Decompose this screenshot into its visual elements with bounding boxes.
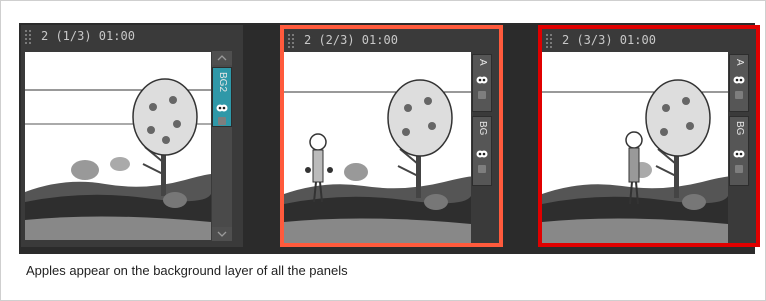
panel-header: 2 (1/3) 01:00 — [21, 25, 243, 47]
storyboard-panel-3[interactable]: 2 (3/3) 01:00 A BG — [538, 25, 760, 247]
panel-title: 2 (2/3) 01:00 — [304, 33, 398, 47]
panel-header: 2 (2/3) 01:00 — [284, 29, 499, 51]
layer-column: A BG — [472, 54, 492, 209]
apple-tree-scene-with-character — [542, 79, 728, 243]
drag-grip-icon[interactable] — [546, 34, 554, 48]
visibility-eye-icon[interactable] — [215, 101, 229, 113]
panel-image — [542, 52, 728, 243]
storyboard-panel-1[interactable]: 2 (1/3) 01:00 BG2 — [21, 25, 243, 247]
panel-image — [25, 52, 211, 240]
figure-caption: Apples appear on the background layer of… — [26, 263, 348, 278]
apple-tree-scene-with-character — [284, 79, 471, 243]
layer-name: A — [477, 59, 488, 66]
drag-grip-icon[interactable] — [288, 34, 296, 48]
visibility-eye-icon[interactable] — [475, 73, 489, 85]
storyboard-panel-2[interactable]: 2 (2/3) 01:00 A BG — [280, 25, 503, 247]
layer-name: BG — [734, 121, 745, 136]
layer-column: A BG — [729, 54, 749, 209]
visibility-eye-icon[interactable] — [475, 147, 489, 159]
scroll-down-arrow-icon[interactable] — [212, 227, 232, 241]
layer-name: A — [734, 59, 745, 66]
layer-tab-bg[interactable]: BG — [729, 116, 749, 186]
layer-tab-a[interactable]: A — [729, 54, 749, 112]
layer-name: BG2 — [217, 72, 228, 93]
panel-title: 2 (1/3) 01:00 — [41, 29, 135, 43]
apple-tree-scene — [25, 78, 211, 240]
visibility-eye-icon[interactable] — [732, 147, 746, 159]
lock-toggle-icon[interactable] — [478, 91, 486, 99]
layer-name: BG — [477, 121, 488, 136]
lock-toggle-icon[interactable] — [735, 165, 743, 173]
figure-frame: 2 (1/3) 01:00 BG2 2 (2/3) 01:00 A BG 2 (… — [0, 0, 766, 301]
lock-toggle-icon[interactable] — [735, 91, 743, 99]
panel-title: 2 (3/3) 01:00 — [562, 33, 656, 47]
layer-tab-bg2[interactable]: BG2 — [212, 67, 232, 127]
panel-image — [284, 52, 471, 243]
lock-toggle-icon[interactable] — [478, 165, 486, 173]
thumbnail-strip: 2 (1/3) 01:00 BG2 2 (2/3) 01:00 A BG 2 (… — [19, 23, 760, 254]
layer-tab-a[interactable]: A — [472, 54, 492, 112]
scroll-up-arrow-icon[interactable] — [212, 51, 232, 65]
layer-column: BG2 — [212, 51, 232, 241]
lock-toggle-icon[interactable] — [218, 117, 226, 125]
drag-grip-icon[interactable] — [25, 30, 33, 44]
visibility-eye-icon[interactable] — [732, 73, 746, 85]
panel-header: 2 (3/3) 01:00 — [542, 29, 756, 51]
layer-tab-bg[interactable]: BG — [472, 116, 492, 186]
